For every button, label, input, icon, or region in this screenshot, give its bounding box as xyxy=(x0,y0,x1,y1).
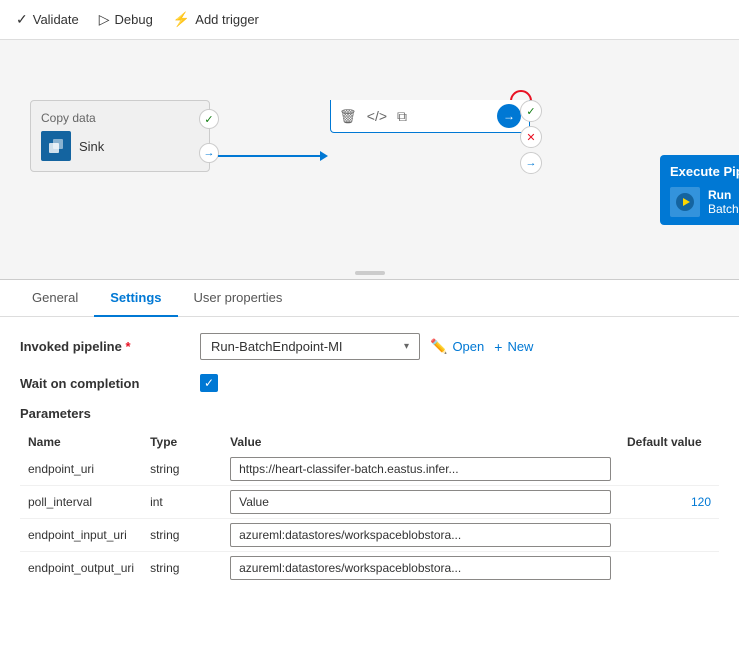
tab-user-properties[interactable]: User properties xyxy=(178,280,299,317)
execute-skip-badge: → xyxy=(520,152,542,174)
execute-node-card: Execute Pipeline 🔗 › Run Batch-Endpoint xyxy=(660,155,739,225)
new-label: New xyxy=(507,339,533,354)
param-default-1: 120 xyxy=(619,486,719,519)
execute-badges: ✓ ✕ → xyxy=(520,100,542,174)
settings-content: Invoked pipeline * Run-BatchEndpoint-MI … xyxy=(0,317,739,600)
copy-data-node[interactable]: Copy data Sink ✓ → xyxy=(30,100,210,172)
col-header-value: Value xyxy=(222,431,619,453)
dropdown-chevron-icon: ▾ xyxy=(404,341,409,352)
wait-on-completion-label: Wait on completion xyxy=(20,376,200,391)
add-trigger-icon: ⚡ xyxy=(173,11,190,28)
tabs: General Settings User properties xyxy=(0,280,739,317)
validate-icon: ✓ xyxy=(16,11,28,28)
new-icon: + xyxy=(494,339,502,355)
bottom-panel: General Settings User properties Invoked… xyxy=(0,280,739,664)
execute-sublabel: Batch-Endpoint xyxy=(708,202,739,216)
open-label: Open xyxy=(452,339,484,354)
parameters-section: Parameters Name Type Value Default value… xyxy=(20,406,719,584)
param-name-3: endpoint_output_uri xyxy=(20,552,142,585)
invoked-pipeline-row: Invoked pipeline * Run-BatchEndpoint-MI … xyxy=(20,333,719,360)
copy-data-title: Copy data xyxy=(41,111,199,125)
param-value-input-0[interactable] xyxy=(230,457,611,481)
param-name-1: poll_interval xyxy=(20,486,142,519)
wait-on-completion-row: Wait on completion ✓ xyxy=(20,374,719,392)
resize-handle[interactable] xyxy=(355,271,385,275)
wait-on-completion-checkbox[interactable]: ✓ xyxy=(200,374,218,392)
validate-button[interactable]: ✓ Validate xyxy=(16,11,79,28)
param-row: poll_interval int 120 xyxy=(20,486,719,519)
validate-label: Validate xyxy=(33,12,79,27)
param-row: endpoint_output_uri string xyxy=(20,552,719,585)
param-default-3 xyxy=(619,552,719,585)
param-value-1[interactable] xyxy=(222,486,619,519)
new-button[interactable]: + New xyxy=(494,339,533,355)
dropdown-value: Run-BatchEndpoint-MI xyxy=(211,339,343,354)
col-header-name: Name xyxy=(20,431,142,453)
copy-data-body: Sink xyxy=(41,131,199,161)
copy-arrow-badge: → xyxy=(199,143,219,163)
execute-title: Execute Pipeline xyxy=(670,164,739,179)
param-type-2: string xyxy=(142,519,222,552)
code-icon[interactable]: </> xyxy=(367,108,387,125)
param-default-2 xyxy=(619,519,719,552)
execute-success-badge: ✓ xyxy=(520,100,542,122)
execute-header: Execute Pipeline 🔗 › xyxy=(660,155,739,183)
wait-on-completion-control: ✓ xyxy=(200,374,719,392)
parameters-title: Parameters xyxy=(20,406,719,421)
delete-icon[interactable]: 🗑 xyxy=(339,108,357,125)
params-header-row: Name Type Value Default value xyxy=(20,431,719,453)
execute-arrow-button[interactable]: → xyxy=(497,104,521,128)
connector xyxy=(218,155,328,157)
col-header-default: Default value xyxy=(619,431,719,453)
param-default-0 xyxy=(619,453,719,486)
execute-body: Run Batch-Endpoint xyxy=(660,183,739,225)
invoked-pipeline-controls: Run-BatchEndpoint-MI ▾ ✏️ Open + New xyxy=(200,333,719,360)
param-value-2[interactable] xyxy=(222,519,619,552)
required-indicator: * xyxy=(125,339,130,354)
add-trigger-label: Add trigger xyxy=(195,12,259,27)
open-button[interactable]: ✏️ Open xyxy=(430,338,484,355)
execute-run-label: Run xyxy=(708,188,739,202)
param-value-0[interactable] xyxy=(222,453,619,486)
param-type-1: int xyxy=(142,486,222,519)
invoked-pipeline-label: Invoked pipeline * xyxy=(20,339,200,354)
param-value-input-3[interactable] xyxy=(230,556,611,580)
param-value-input-2[interactable] xyxy=(230,523,611,547)
execute-error-badge: ✕ xyxy=(520,126,542,148)
copy-data-label: Sink xyxy=(79,139,104,154)
add-trigger-button[interactable]: ⚡ Add trigger xyxy=(173,11,259,28)
connector-arrowhead xyxy=(320,151,328,161)
execute-pipeline-node[interactable]: Execute Pipeline 🔗 › Run Batch-Endpoint xyxy=(330,100,530,133)
col-header-type: Type xyxy=(142,431,222,453)
debug-button[interactable]: ▷ Debug xyxy=(99,11,153,28)
param-value-input-1[interactable] xyxy=(230,490,611,514)
exec-tool-icons: 🗑 </> ⧉ xyxy=(339,108,407,125)
copy-success-badge: ✓ xyxy=(199,109,219,129)
parameters-table: Name Type Value Default value endpoint_u… xyxy=(20,431,719,584)
param-name-0: endpoint_uri xyxy=(20,453,142,486)
param-value-3[interactable] xyxy=(222,552,619,585)
canvas-area: Copy data Sink ✓ → Execute Pipeline 🔗 › xyxy=(0,40,739,280)
param-name-2: endpoint_input_uri xyxy=(20,519,142,552)
tab-settings[interactable]: Settings xyxy=(94,280,177,317)
param-type-0: string xyxy=(142,453,222,486)
copy-data-icon xyxy=(41,131,71,161)
execute-node-toolbar: 🗑 </> ⧉ → xyxy=(330,100,530,133)
debug-icon: ▷ xyxy=(99,11,110,28)
copy-icon[interactable]: ⧉ xyxy=(397,108,407,125)
execute-labels: Run Batch-Endpoint xyxy=(708,188,739,216)
open-icon: ✏️ xyxy=(430,338,447,355)
connector-line xyxy=(218,155,320,157)
param-row: endpoint_input_uri string xyxy=(20,519,719,552)
invoked-pipeline-dropdown[interactable]: Run-BatchEndpoint-MI ▾ xyxy=(200,333,420,360)
tab-general[interactable]: General xyxy=(16,280,94,317)
run-icon xyxy=(670,187,700,217)
param-row: endpoint_uri string xyxy=(20,453,719,486)
debug-label: Debug xyxy=(115,12,153,27)
param-type-3: string xyxy=(142,552,222,585)
toolbar: ✓ Validate ▷ Debug ⚡ Add trigger xyxy=(0,0,739,40)
